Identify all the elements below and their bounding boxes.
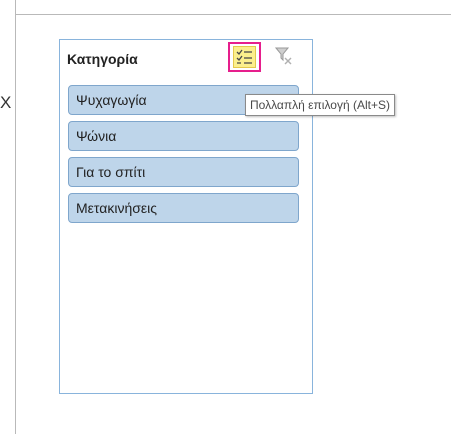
multi-select-tooltip: Πολλαπλή επιλογή (Alt+S) — [245, 94, 395, 116]
slicer-item[interactable]: Ψώνια — [68, 121, 299, 151]
clear-filter-button[interactable] — [274, 46, 293, 66]
slicer-title: Κατηγορία — [67, 51, 138, 67]
multi-select-button[interactable] — [228, 42, 261, 72]
slicer-item[interactable]: Μετακινήσεις — [68, 193, 299, 223]
category-slicer[interactable]: Κατηγορία Ψυχαγωγία Ψώνια Για το σπίτι Μ… — [59, 39, 313, 394]
worksheet: X Κατηγορία Ψυχαγωγία Ψώνια Για το σπίτι… — [0, 0, 451, 434]
sheet-vertical-gridline — [15, 0, 16, 434]
clear-filter-icon — [274, 47, 292, 65]
cell-text: X — [0, 93, 12, 112]
slicer-item[interactable]: Για το σπίτι — [68, 157, 299, 187]
sheet-horizontal-gridline — [15, 14, 451, 15]
multi-select-icon — [233, 46, 256, 68]
slicer-header: Κατηγορία — [60, 40, 312, 80]
